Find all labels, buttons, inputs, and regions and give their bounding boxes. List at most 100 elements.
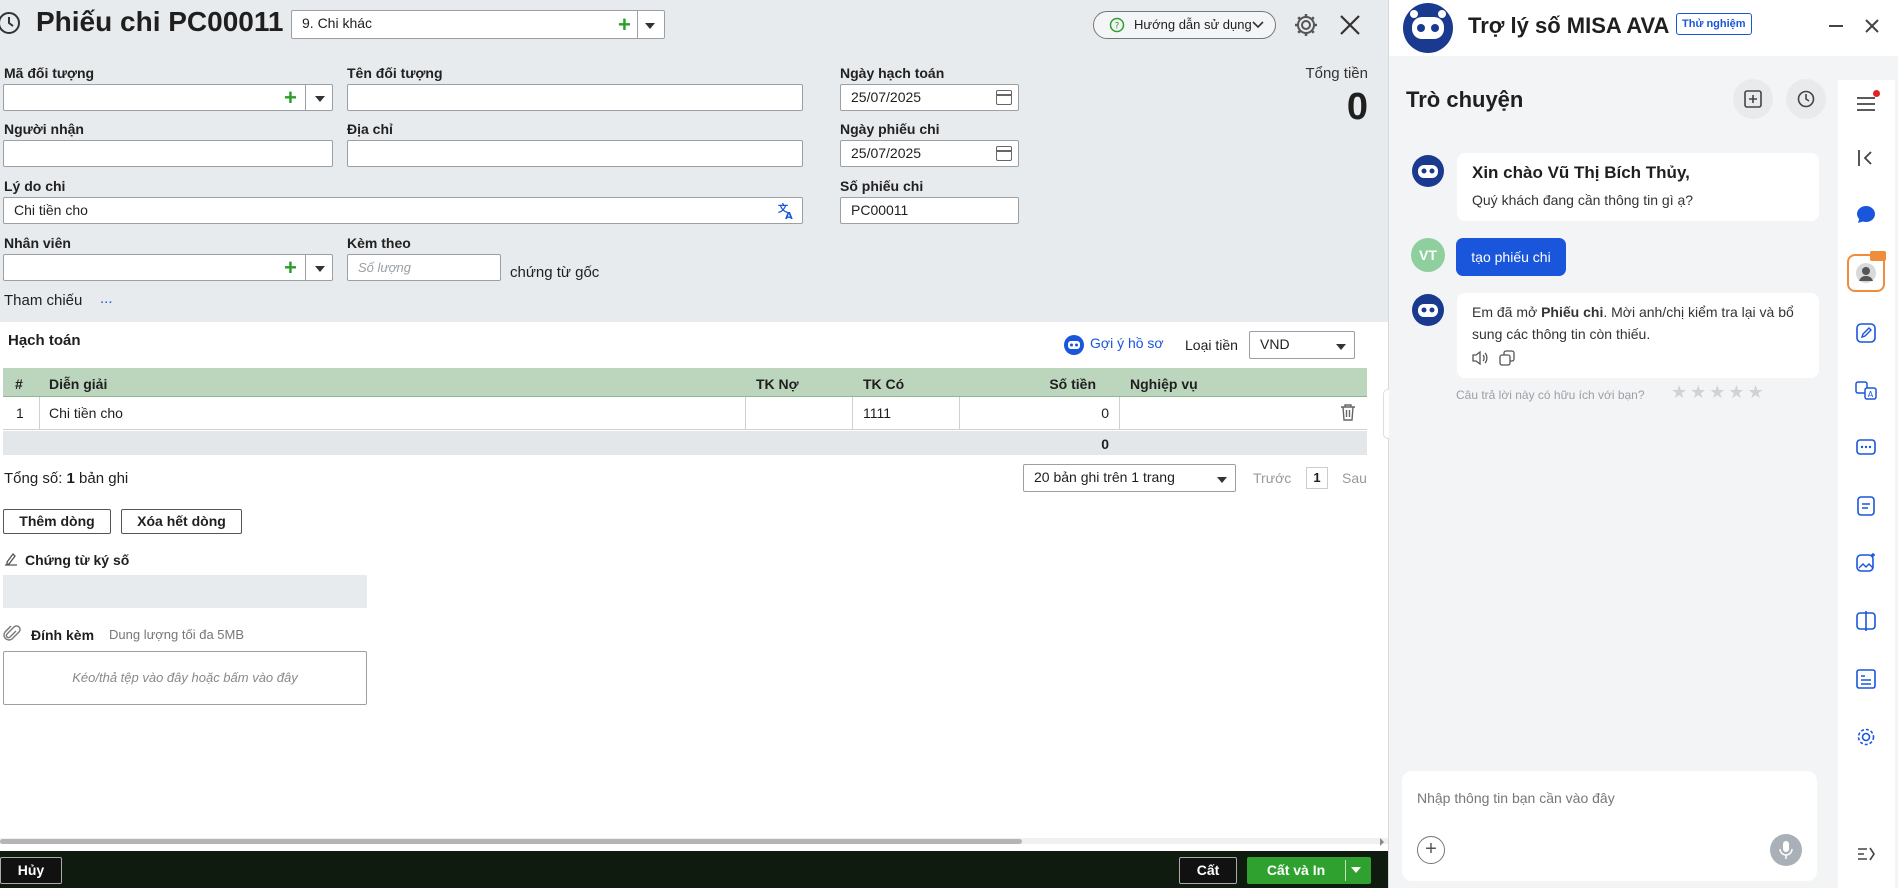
chung-tu-goc-label: chứng từ gốc <box>510 264 600 281</box>
chung-tu-ky-so-label: Chứng từ ký số <box>25 552 130 568</box>
assistant-panel <box>1389 0 1898 888</box>
ngay-phieu-chi-input[interactable]: 25/07/2025 <box>840 140 1019 167</box>
expand-icon[interactable] <box>1855 843 1877 865</box>
feedback-question: Câu trả lời này có hữu ích với bạn? <box>1456 388 1645 402</box>
gear-icon[interactable] <box>1855 726 1877 748</box>
col-dien-giai: Diễn giải <box>49 376 108 392</box>
assistant-title: Trợ lý số MISA AVA <box>1468 13 1670 38</box>
next-page-button[interactable]: Sau <box>1342 470 1367 486</box>
attach-plus-button[interactable]: + <box>1417 836 1445 864</box>
chevron-down-icon[interactable] <box>313 91 327 105</box>
tham-chieu-more-link[interactable]: ... <box>100 290 113 307</box>
invoice-icon[interactable] <box>1855 668 1877 690</box>
voucher-type-select[interactable]: 9. Chi khác <box>291 10 665 39</box>
dia-chi-label: Địa chỉ <box>347 121 393 137</box>
tham-chieu-label: Tham chiếu <box>4 292 83 309</box>
add-row-button[interactable]: Thêm dòng <box>3 509 111 534</box>
bot-reply-text: Em đã mở Phiếu chi. Mời anh/chị kiểm tra… <box>1472 304 1794 342</box>
copy-icon[interactable] <box>1499 350 1516 367</box>
col-so-tien: Số tiền <box>1049 376 1096 392</box>
image-ai-icon[interactable] <box>1855 552 1877 574</box>
loai-tien-label: Loại tiền <box>1185 337 1238 353</box>
ten-doi-tuong-label: Tên đối tượng <box>347 65 443 81</box>
minimize-icon[interactable] <box>1829 25 1843 27</box>
kem-theo-input[interactable]: Số lượng <box>347 254 501 281</box>
chat-input-box[interactable] <box>1402 771 1817 881</box>
table-row[interactable] <box>3 397 1367 430</box>
chevron-down-icon <box>1252 21 1264 29</box>
so-phieu-chi-input[interactable]: PC00011 <box>840 197 1019 224</box>
calendar-icon[interactable] <box>996 90 1012 105</box>
kem-theo-label: Kèm theo <box>347 235 411 251</box>
nguoi-nhan-label: Người nhận <box>4 121 84 137</box>
so-phieu-chi-label: Số phiếu chi <box>840 178 924 194</box>
chevron-down-icon[interactable] <box>1334 339 1348 353</box>
notification-dot <box>1873 90 1880 97</box>
speaker-icon[interactable] <box>1471 350 1489 366</box>
hach-toan-tab[interactable]: Hạch toán <box>8 332 81 349</box>
file-drop-zone[interactable]: Kéo/thả tệp vào đây hoặc bấm vào đây <box>3 651 367 705</box>
ly-do-chi-label: Lý do chi <box>4 178 66 194</box>
ngay-hach-toan-input[interactable]: 25/07/2025 <box>840 84 1019 111</box>
save-print-button[interactable]: Cất và In <box>1247 857 1345 884</box>
chevron-down-icon[interactable] <box>1350 866 1362 874</box>
close-icon[interactable] <box>1339 14 1361 36</box>
edit-doc-icon[interactable] <box>1855 322 1877 344</box>
current-page[interactable]: 1 <box>1306 467 1328 489</box>
translate-icon[interactable]: A <box>1855 379 1877 401</box>
add-nhan-vien-icon[interactable]: + <box>284 257 297 279</box>
row-so-tien[interactable]: 0 <box>1040 405 1109 421</box>
compare-icon[interactable] <box>1855 610 1877 632</box>
signature-icon <box>5 553 17 566</box>
save-button[interactable]: Cất <box>1179 857 1237 884</box>
calendar-icon[interactable] <box>996 146 1012 161</box>
col-nghiep-vu: Nghiệp vụ <box>1130 376 1198 392</box>
nguoi-nhan-input[interactable] <box>3 140 333 167</box>
ngay-phieu-chi-value: 25/07/2025 <box>851 145 922 161</box>
chat-title: Trò chuyện <box>1406 87 1524 112</box>
loai-tien-value: VND <box>1260 336 1290 352</box>
gear-icon[interactable] <box>1293 12 1319 38</box>
person-avatar-icon <box>1856 263 1876 283</box>
clear-rows-button[interactable]: Xóa hết dòng <box>121 509 242 534</box>
question-icon: ? <box>1109 17 1125 33</box>
translate-icon[interactable]: 文A <box>777 202 795 220</box>
so-phieu-chi-value: PC00011 <box>851 202 909 218</box>
history-icon[interactable] <box>0 10 22 36</box>
dia-chi-input[interactable] <box>347 140 803 167</box>
chevron-down-icon[interactable] <box>313 261 327 275</box>
chung-tu-ky-so-area <box>3 575 367 608</box>
bot-avatar <box>1412 294 1444 326</box>
robot-icon <box>1064 335 1084 355</box>
row-dien-giai[interactable]: Chi tiền cho <box>49 405 123 421</box>
nhan-vien-label: Nhân viên <box>4 235 71 251</box>
trash-icon[interactable] <box>1340 403 1356 421</box>
chat-input-placeholder[interactable]: Nhập thông tin bạn cần vào đây <box>1417 790 1615 806</box>
ly-do-chi-input[interactable]: Chi tiền cho <box>3 197 803 224</box>
page-size-select[interactable]: 20 bản ghi trên 1 trang <box>1023 464 1236 492</box>
prev-page-button[interactable]: Trước <box>1253 470 1291 486</box>
tong-tien-value: 0 <box>1346 86 1368 128</box>
new-chat-icon <box>1744 90 1762 108</box>
chevron-right-icon[interactable] <box>1378 838 1386 846</box>
row-tk-co[interactable]: 1111 <box>863 405 891 421</box>
message-dots-icon[interactable] <box>1855 437 1877 459</box>
add-doi-tuong-icon[interactable]: + <box>284 87 297 109</box>
page-size-value: 20 bản ghi trên 1 trang <box>1034 469 1175 485</box>
ngay-phieu-chi-label: Ngày phiếu chi <box>840 121 940 137</box>
goi-y-ho-so-link[interactable]: Gợi ý hồ sơ <box>1090 335 1164 351</box>
scrollbar-thumb[interactable] <box>0 839 1022 844</box>
dinh-kem-limit: Dung lượng tối đa 5MB <box>109 627 245 642</box>
cancel-button[interactable]: Hủy <box>0 857 62 884</box>
close-icon[interactable] <box>1864 18 1880 34</box>
add-type-icon[interactable]: + <box>618 14 631 36</box>
collapse-left-icon[interactable] <box>1855 147 1877 169</box>
kem-theo-placeholder: Số lượng <box>358 260 411 275</box>
rating-stars[interactable]: ★★★★★ <box>1671 382 1767 403</box>
ten-doi-tuong-input[interactable] <box>347 84 803 111</box>
chevron-down-icon[interactable] <box>643 18 657 32</box>
ly-do-chi-value: Chi tiền cho <box>14 202 88 218</box>
notes-icon[interactable] <box>1855 495 1877 517</box>
chevron-down-icon[interactable] <box>1215 472 1229 486</box>
chat-bubble-icon[interactable] <box>1855 204 1877 226</box>
